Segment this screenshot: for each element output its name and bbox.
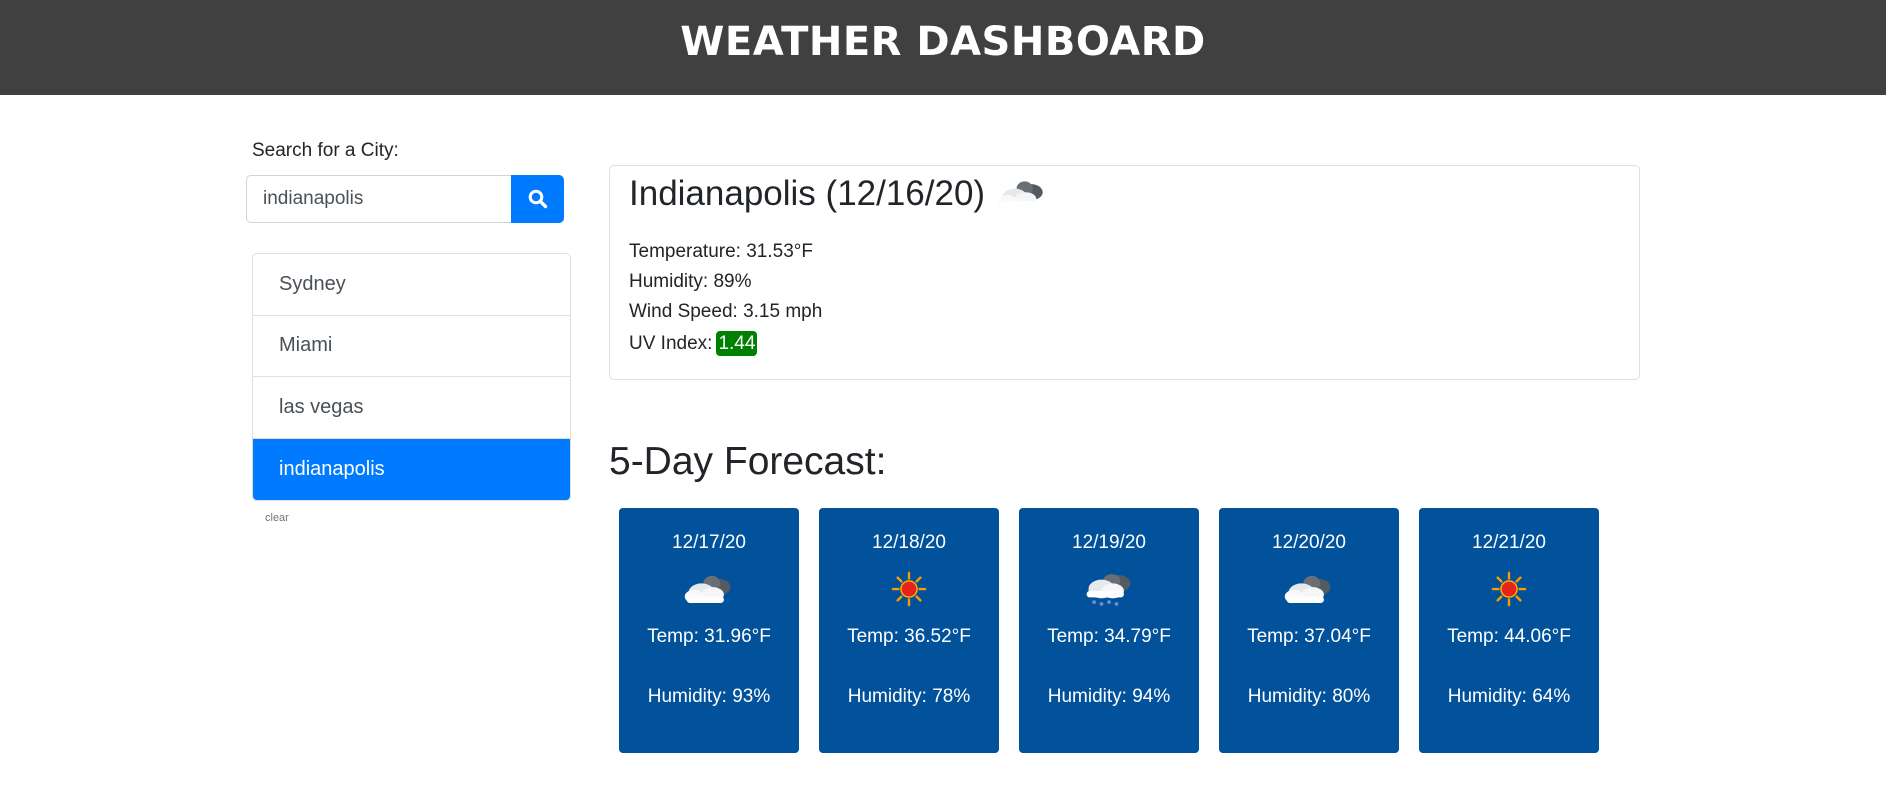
history-item-miami[interactable]: Miami (253, 315, 570, 377)
search-icon (528, 189, 547, 209)
search-button[interactable] (511, 175, 564, 223)
search-history-list: Sydney Miami las vegas indianapolis (252, 253, 571, 501)
forecast-card-day-3: 12/19/20 Temp: 34.79°F Humidity: 94% (1019, 508, 1199, 753)
uv-index-label: UV Index: (629, 333, 713, 354)
cloudy-icon (619, 570, 799, 608)
current-humidity: Humidity: 89% (629, 271, 752, 292)
cloudy-icon (1219, 570, 1399, 608)
cloudy-icon (995, 176, 1049, 212)
forecast-date: 12/18/20 (872, 532, 946, 553)
forecast-date: 12/20/20 (1272, 532, 1346, 553)
forecast-humidity: Humidity: 93% (647, 686, 771, 707)
forecast-humidity: Humidity: 94% (1047, 686, 1171, 707)
current-weather-card: Indianapolis (12/16/20) Temperature: 31.… (609, 165, 1640, 380)
current-weather-title: Indianapolis (12/16/20) (629, 174, 1049, 214)
search-label: Search for a City: (252, 140, 399, 161)
forecast-card-day-2: 12/18/20 Temp: 36.52°F Humidity: 78% (819, 508, 999, 753)
sun-icon (819, 570, 999, 608)
forecast-temp: Temp: 36.52°F (847, 626, 971, 647)
forecast-temp: Temp: 31.96°F (647, 626, 771, 647)
forecast-date: 12/21/20 (1472, 532, 1546, 553)
snow-icon (1019, 570, 1199, 608)
app-header: WEATHER DASHBOARD (0, 0, 1886, 95)
forecast-card-day-1: 12/17/20 Temp: 31.96°F Humidity: 93% (619, 508, 799, 753)
history-item-sydney[interactable]: Sydney (253, 254, 570, 316)
current-temperature: Temperature: 31.53°F (629, 241, 813, 262)
current-wind-speed: Wind Speed: 3.15 mph (629, 301, 823, 322)
history-item-indianapolis[interactable]: indianapolis (253, 438, 570, 500)
current-city-date: Indianapolis (12/16/20) (629, 174, 986, 213)
forecast-humidity: Humidity: 80% (1247, 686, 1371, 707)
city-search-input[interactable] (246, 175, 512, 223)
clear-history-link[interactable]: clear (265, 512, 289, 524)
page-title: WEATHER DASHBOARD (680, 18, 1206, 65)
forecast-temp: Temp: 34.79°F (1047, 626, 1171, 647)
history-item-las-vegas[interactable]: las vegas (253, 377, 570, 439)
forecast-date: 12/19/20 (1072, 532, 1146, 553)
sun-icon (1419, 570, 1599, 608)
uv-index-badge: 1.44 (716, 331, 758, 356)
forecast-humidity: Humidity: 78% (847, 686, 971, 707)
forecast-humidity: Humidity: 64% (1447, 686, 1571, 707)
current-uv-index: UV Index: 1.44 (629, 331, 758, 356)
forecast-card-day-4: 12/20/20 Temp: 37.04°F Humidity: 80% (1219, 508, 1399, 753)
forecast-card-day-5: 12/21/20 Temp: 44.06°F Humidity: 64% (1419, 508, 1599, 753)
forecast-temp: Temp: 37.04°F (1247, 626, 1371, 647)
forecast-title: 5-Day Forecast: (609, 440, 887, 483)
forecast-temp: Temp: 44.06°F (1447, 626, 1571, 647)
forecast-date: 12/17/20 (672, 532, 746, 553)
